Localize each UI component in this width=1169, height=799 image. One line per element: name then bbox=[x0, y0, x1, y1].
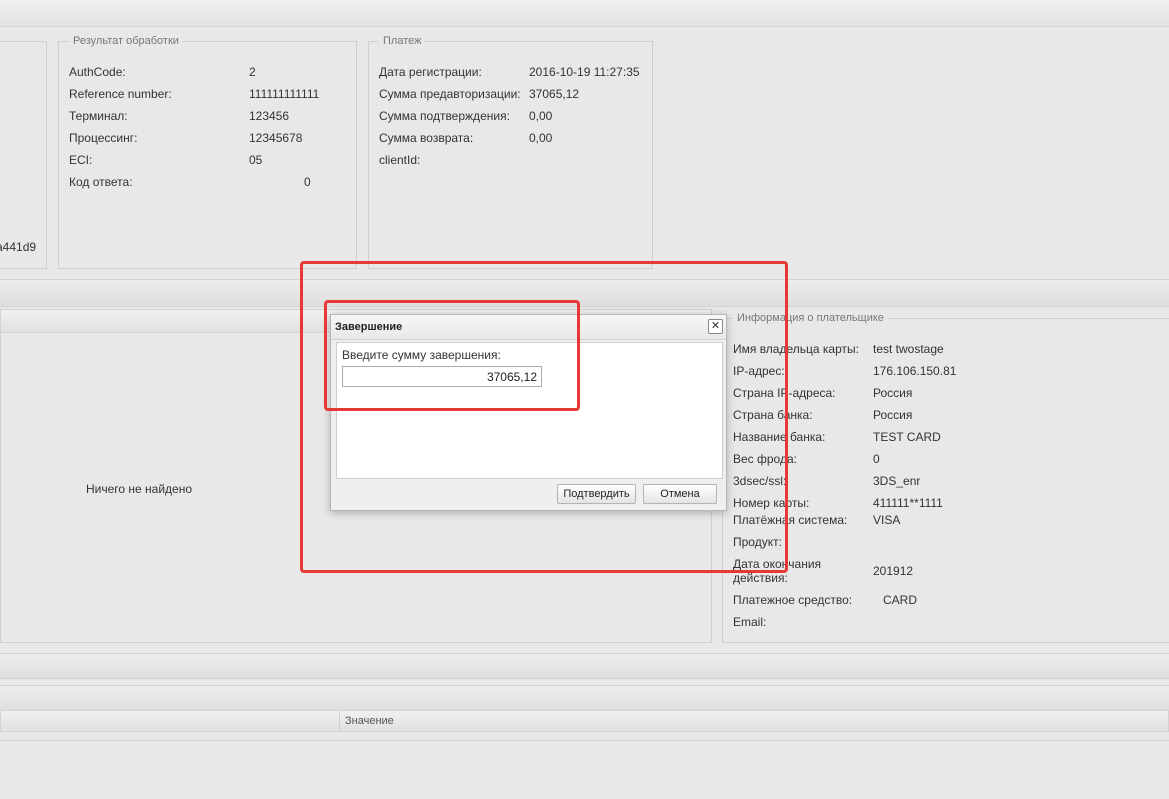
expiry-label-line1: Дата окончания bbox=[733, 557, 822, 571]
bank-country-label: Страна банка: bbox=[733, 408, 813, 422]
ip-country-label: Страна IP-адреса: bbox=[733, 386, 836, 400]
payment-instrument-value: CARD bbox=[883, 593, 918, 607]
eci-value: 05 bbox=[249, 153, 263, 167]
card-holder-value: test twostage bbox=[873, 342, 944, 356]
section-header-band bbox=[0, 279, 1169, 307]
payment-panel: Платеж Дата регистрации: 2016-10-19 11:2… bbox=[368, 35, 653, 269]
fraud-weight-label: Вес фрода: bbox=[733, 452, 797, 466]
expiry-value: 201912 bbox=[873, 564, 914, 578]
registration-date-value: 2016-10-19 11:27:35 bbox=[529, 65, 640, 79]
completion-amount-input[interactable] bbox=[342, 366, 542, 387]
ip-address-value: 176.106.150.81 bbox=[873, 364, 957, 378]
lower-header-band bbox=[0, 653, 1169, 679]
bottom-toolbar-band bbox=[0, 685, 1169, 711]
column-header-value[interactable]: Значение bbox=[345, 715, 394, 727]
ip-country-value: Россия bbox=[873, 386, 913, 400]
bottom-table-header: Значение bbox=[0, 710, 1169, 732]
expiry-label-line2: действия: bbox=[733, 571, 788, 585]
response-code-label: Код ответа: bbox=[69, 175, 133, 189]
cancel-button[interactable]: Отмена bbox=[643, 484, 717, 504]
bank-name-value: TEST CARD bbox=[873, 430, 941, 444]
card-number-value: 411111**1111 bbox=[873, 496, 943, 510]
confirm-amount-label: Сумма подтверждения: bbox=[379, 109, 510, 123]
3dsec-ssl-label: 3dsec/ssl: bbox=[733, 474, 787, 488]
dialog-title-bar[interactable]: Завершение ✕ bbox=[331, 315, 726, 340]
payment-system-value: VISA bbox=[873, 513, 901, 527]
terminal-label: Терминал: bbox=[69, 109, 128, 123]
confirm-button[interactable]: Подтвердить bbox=[557, 484, 636, 504]
reference-number-label: Reference number: bbox=[69, 87, 172, 101]
completion-dialog: Завершение ✕ Введите сумму завершения: П… bbox=[330, 314, 727, 511]
confirm-amount-value: 0,00 bbox=[529, 109, 553, 123]
card-holder-label: Имя владельца карты: bbox=[733, 342, 859, 356]
dialog-body: Введите сумму завершения: bbox=[336, 342, 723, 479]
response-code-value: 0 bbox=[304, 175, 311, 189]
card-number-label: Номер карты: bbox=[733, 496, 810, 510]
ip-address-label: IP-адрес: bbox=[733, 364, 785, 378]
left-partial-value: a441d9 bbox=[0, 240, 37, 254]
fraud-weight-value: 0 bbox=[873, 452, 880, 466]
preauth-amount-label: Сумма предавторизации: bbox=[379, 87, 521, 101]
bottom-table-body bbox=[0, 732, 1169, 741]
dialog-title: Завершение bbox=[335, 321, 403, 333]
email-label: Email: bbox=[733, 615, 767, 629]
eci-label: ECI: bbox=[69, 153, 93, 167]
payment-system-label: Платёжная система: bbox=[733, 513, 848, 527]
refund-amount-label: Сумма возврата: bbox=[379, 131, 474, 145]
payment-instrument-label: Платежное средство: bbox=[733, 593, 853, 607]
auth-code-label: AuthCode: bbox=[69, 65, 126, 79]
close-icon[interactable]: ✕ bbox=[708, 319, 723, 334]
top-toolbar bbox=[0, 0, 1169, 27]
auth-code-value: 2 bbox=[249, 65, 256, 79]
payer-info-panel: Информация о плательщике Имя владельца к… bbox=[722, 312, 1169, 643]
processing-result-panel: Результат обработки AuthCode: 2 Referenc… bbox=[58, 35, 357, 269]
payer-info-legend: Информация о плательщике bbox=[733, 312, 888, 324]
registration-date-label: Дата регистрации: bbox=[379, 65, 482, 79]
product-label: Продукт: bbox=[733, 535, 782, 549]
bank-country-value: Россия bbox=[873, 408, 913, 422]
processing-result-legend: Результат обработки bbox=[69, 35, 183, 47]
client-id-label: clientId: bbox=[379, 153, 421, 167]
refund-amount-value: 0,00 bbox=[529, 131, 553, 145]
processing-label: Процессинг: bbox=[69, 131, 138, 145]
processing-value: 12345678 bbox=[249, 131, 303, 145]
reference-number-value: 111111111111 bbox=[249, 87, 320, 101]
preauth-amount-value: 37065,12 bbox=[529, 87, 580, 101]
left-partial-panel: a441d9 bbox=[0, 41, 47, 269]
empty-list-text: Ничего не найдено bbox=[86, 482, 193, 496]
bank-name-label: Название банка: bbox=[733, 430, 826, 444]
payment-legend: Платеж bbox=[379, 35, 426, 47]
amount-prompt: Введите сумму завершения: bbox=[342, 348, 501, 362]
3dsec-ssl-value: 3DS_enr bbox=[873, 474, 921, 488]
terminal-value: 123456 bbox=[249, 109, 290, 123]
column-header-name[interactable] bbox=[1, 711, 340, 731]
